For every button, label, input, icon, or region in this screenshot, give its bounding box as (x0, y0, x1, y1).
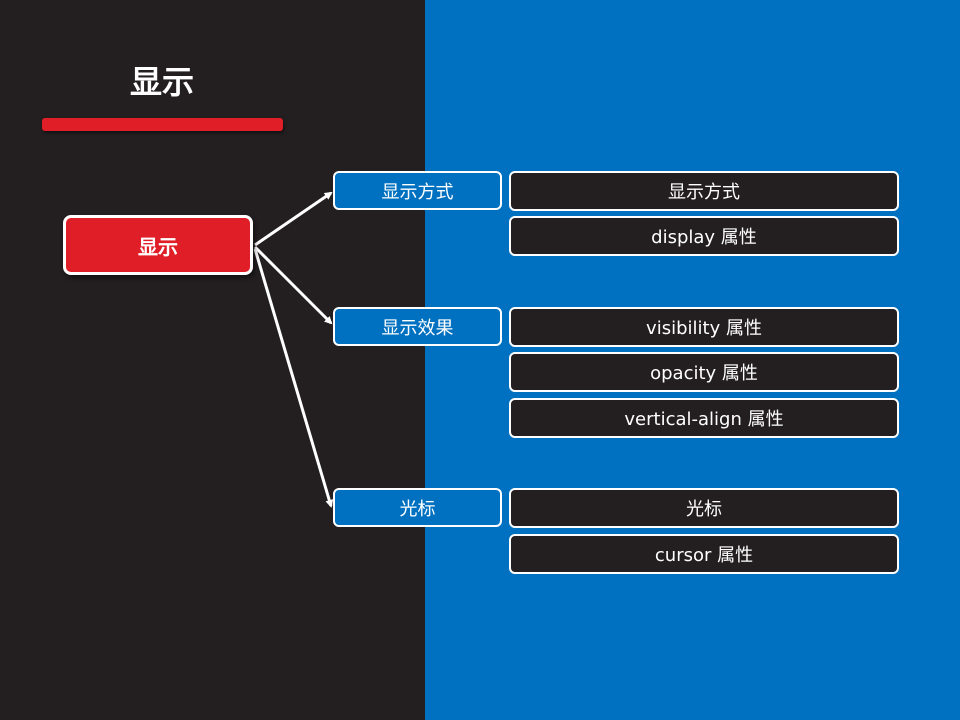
root-node: 显示 (63, 215, 253, 275)
item-node: visibility 属性 (509, 307, 899, 347)
item-label: cursor 属性 (654, 545, 754, 566)
item-node: display 属性 (509, 216, 899, 256)
branch-node-display-mode: 显示方式 (333, 171, 502, 210)
branch-label: 显示方式 (381, 181, 454, 203)
branch-label: 光标 (399, 498, 436, 520)
item-node: vertical-align 属性 (509, 398, 899, 438)
item-node: opacity 属性 (509, 352, 899, 392)
branch-label: 显示效果 (381, 317, 454, 339)
root-node-label: 显示 (138, 234, 178, 259)
item-label: vertical-align 属性 (624, 409, 784, 430)
item-label: display 属性 (651, 227, 757, 248)
item-label: visibility 属性 (646, 318, 762, 339)
item-node: 显示方式 (509, 171, 899, 211)
connector-arrow-branch-3 (253, 248, 334, 508)
branch-node-cursor: 光标 (333, 488, 502, 527)
connector-arrow-branch-1 (254, 191, 333, 247)
item-label: opacity 属性 (650, 363, 758, 384)
item-node: cursor 属性 (509, 534, 899, 574)
branch-node-display-effect: 显示效果 (333, 307, 502, 346)
item-node: 光标 (509, 488, 899, 528)
item-label: 显示方式 (668, 182, 740, 203)
item-label: 光标 (686, 499, 722, 520)
